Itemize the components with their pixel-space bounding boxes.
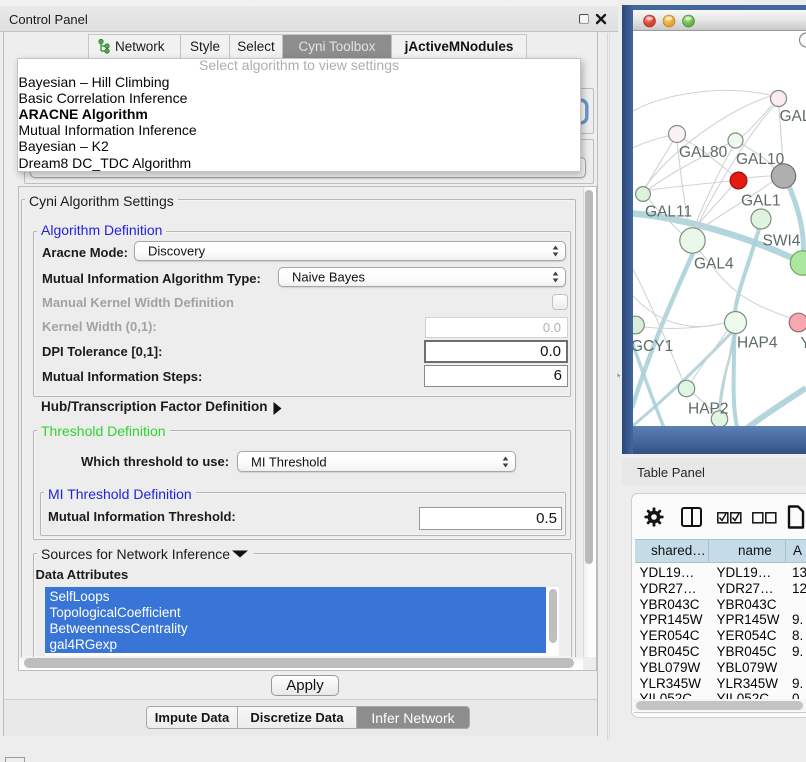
svg-text:SWI4: SWI4: [763, 233, 801, 250]
svg-text:Y: Y: [801, 335, 806, 352]
svg-text:HAP4: HAP4: [737, 335, 778, 352]
svg-text:GAL10: GAL10: [736, 151, 785, 168]
svg-text:HAP2: HAP2: [688, 401, 729, 418]
svg-text:GAL1: GAL1: [741, 193, 781, 210]
svg-text:GAL4: GAL4: [694, 256, 734, 273]
svg-text:GCY1: GCY1: [633, 338, 673, 355]
svg-text:GAL7: GAL7: [780, 108, 806, 125]
svg-text:GAL11: GAL11: [645, 204, 692, 221]
svg-text:GAL80: GAL80: [679, 144, 728, 161]
